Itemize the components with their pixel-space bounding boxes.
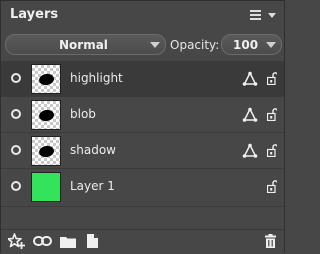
panel-title: Layers [10,7,59,22]
unlocked-icon[interactable] [267,72,277,85]
link-icon[interactable] [33,236,52,246]
layer-name: highlight [70,71,123,85]
layer-row-blob[interactable]: blob [1,97,284,133]
layer-thumbnail [31,100,61,130]
unlocked-icon[interactable] [267,144,277,157]
blend-mode-select[interactable]: Normal [5,34,166,55]
new-layer-icon[interactable] [87,234,98,248]
layer-name: shadow [70,143,116,157]
menu-icon[interactable] [250,10,261,20]
unlocked-icon[interactable] [267,108,277,121]
unlocked-icon[interactable] [267,180,277,193]
visibility-eye-icon[interactable] [11,109,21,119]
new-adjustment-star-icon[interactable] [8,233,25,250]
vector-path-icon[interactable] [242,71,258,87]
layer-row-shadow[interactable]: shadow [1,133,284,169]
chevron-down-icon [150,42,160,48]
blend-mode-value: Normal [59,38,108,52]
layer-name: Layer 1 [70,179,115,193]
layers-panel: Layers Normal Opacity: 100 highlight blo… [0,0,285,254]
layer-row-layer-1[interactable]: Layer 1 [1,169,284,207]
panel-header: Layers [1,1,284,29]
vector-path-icon[interactable] [242,107,258,123]
visibility-eye-icon[interactable] [11,73,21,83]
visibility-eye-icon[interactable] [11,145,21,155]
layer-thumbnail [31,172,61,202]
opacity-select[interactable]: 100 [221,34,282,55]
visibility-eye-icon[interactable] [11,181,21,191]
vector-path-icon[interactable] [242,143,258,159]
layer-thumbnail [31,64,61,94]
delete-icon[interactable] [265,234,276,248]
chevron-down-icon [266,42,276,48]
layer-row-highlight[interactable]: highlight [1,61,284,97]
dropdown-arrow-icon[interactable] [268,13,276,18]
layer-thumbnail [31,136,61,166]
layer-controls: Normal Opacity: 100 [1,29,284,62]
panel-footer [1,229,284,254]
opacity-label: Opacity: [170,38,220,52]
layer-name: blob [70,107,96,121]
opacity-value: 100 [233,38,259,52]
layer-list: highlight blob shadow Layer 1 [1,61,284,229]
folder-icon[interactable] [60,235,76,248]
